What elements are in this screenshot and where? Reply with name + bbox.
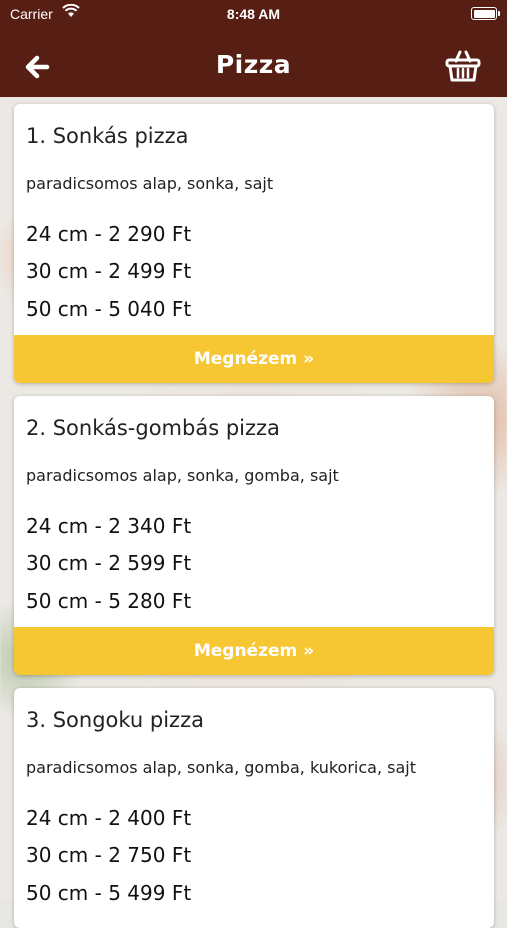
- battery-icon: [471, 7, 500, 20]
- price-line: 50 cm - 5 040 Ft: [26, 297, 192, 321]
- page-title: Pizza: [215, 50, 292, 79]
- product-description: paradicsomos alap, sonka, gomba, kukoric…: [26, 758, 416, 777]
- top-bar: Carrier 8:48 AM Pizza: [0, 0, 507, 97]
- price-line: 30 cm - 2 499 Ft: [26, 259, 192, 283]
- price-line: 24 cm - 2 290 Ft: [26, 222, 192, 246]
- price-line: 50 cm - 5 499 Ft: [26, 881, 192, 905]
- view-button[interactable]: Megnézem »: [14, 627, 494, 675]
- nav-bar: Pizza: [0, 40, 507, 92]
- product-card: 2. Sonkás-gombás pizza paradicsomos alap…: [14, 396, 494, 675]
- product-description: paradicsomos alap, sonka, sajt: [26, 174, 274, 193]
- product-description: paradicsomos alap, sonka, gomba, sajt: [26, 466, 339, 485]
- product-name: 2. Sonkás-gombás pizza: [26, 416, 280, 440]
- status-bar: Carrier 8:48 AM: [0, 0, 507, 28]
- basket-icon[interactable]: [445, 49, 481, 83]
- price-line: 30 cm - 2 750 Ft: [26, 843, 192, 867]
- price-line: 24 cm - 2 340 Ft: [26, 514, 192, 538]
- product-card: 1. Sonkás pizza paradicsomos alap, sonka…: [14, 104, 494, 383]
- status-time: 8:48 AM: [226, 6, 281, 22]
- product-name: 3. Songoku pizza: [26, 708, 204, 732]
- view-button[interactable]: Megnézem »: [14, 335, 494, 383]
- price-line: 24 cm - 2 400 Ft: [26, 806, 192, 830]
- price-line: 30 cm - 2 599 Ft: [26, 551, 192, 575]
- product-card: 3. Songoku pizza paradicsomos alap, sonk…: [14, 688, 494, 928]
- price-line: 50 cm - 5 280 Ft: [26, 589, 192, 613]
- product-name: 1. Sonkás pizza: [26, 124, 189, 148]
